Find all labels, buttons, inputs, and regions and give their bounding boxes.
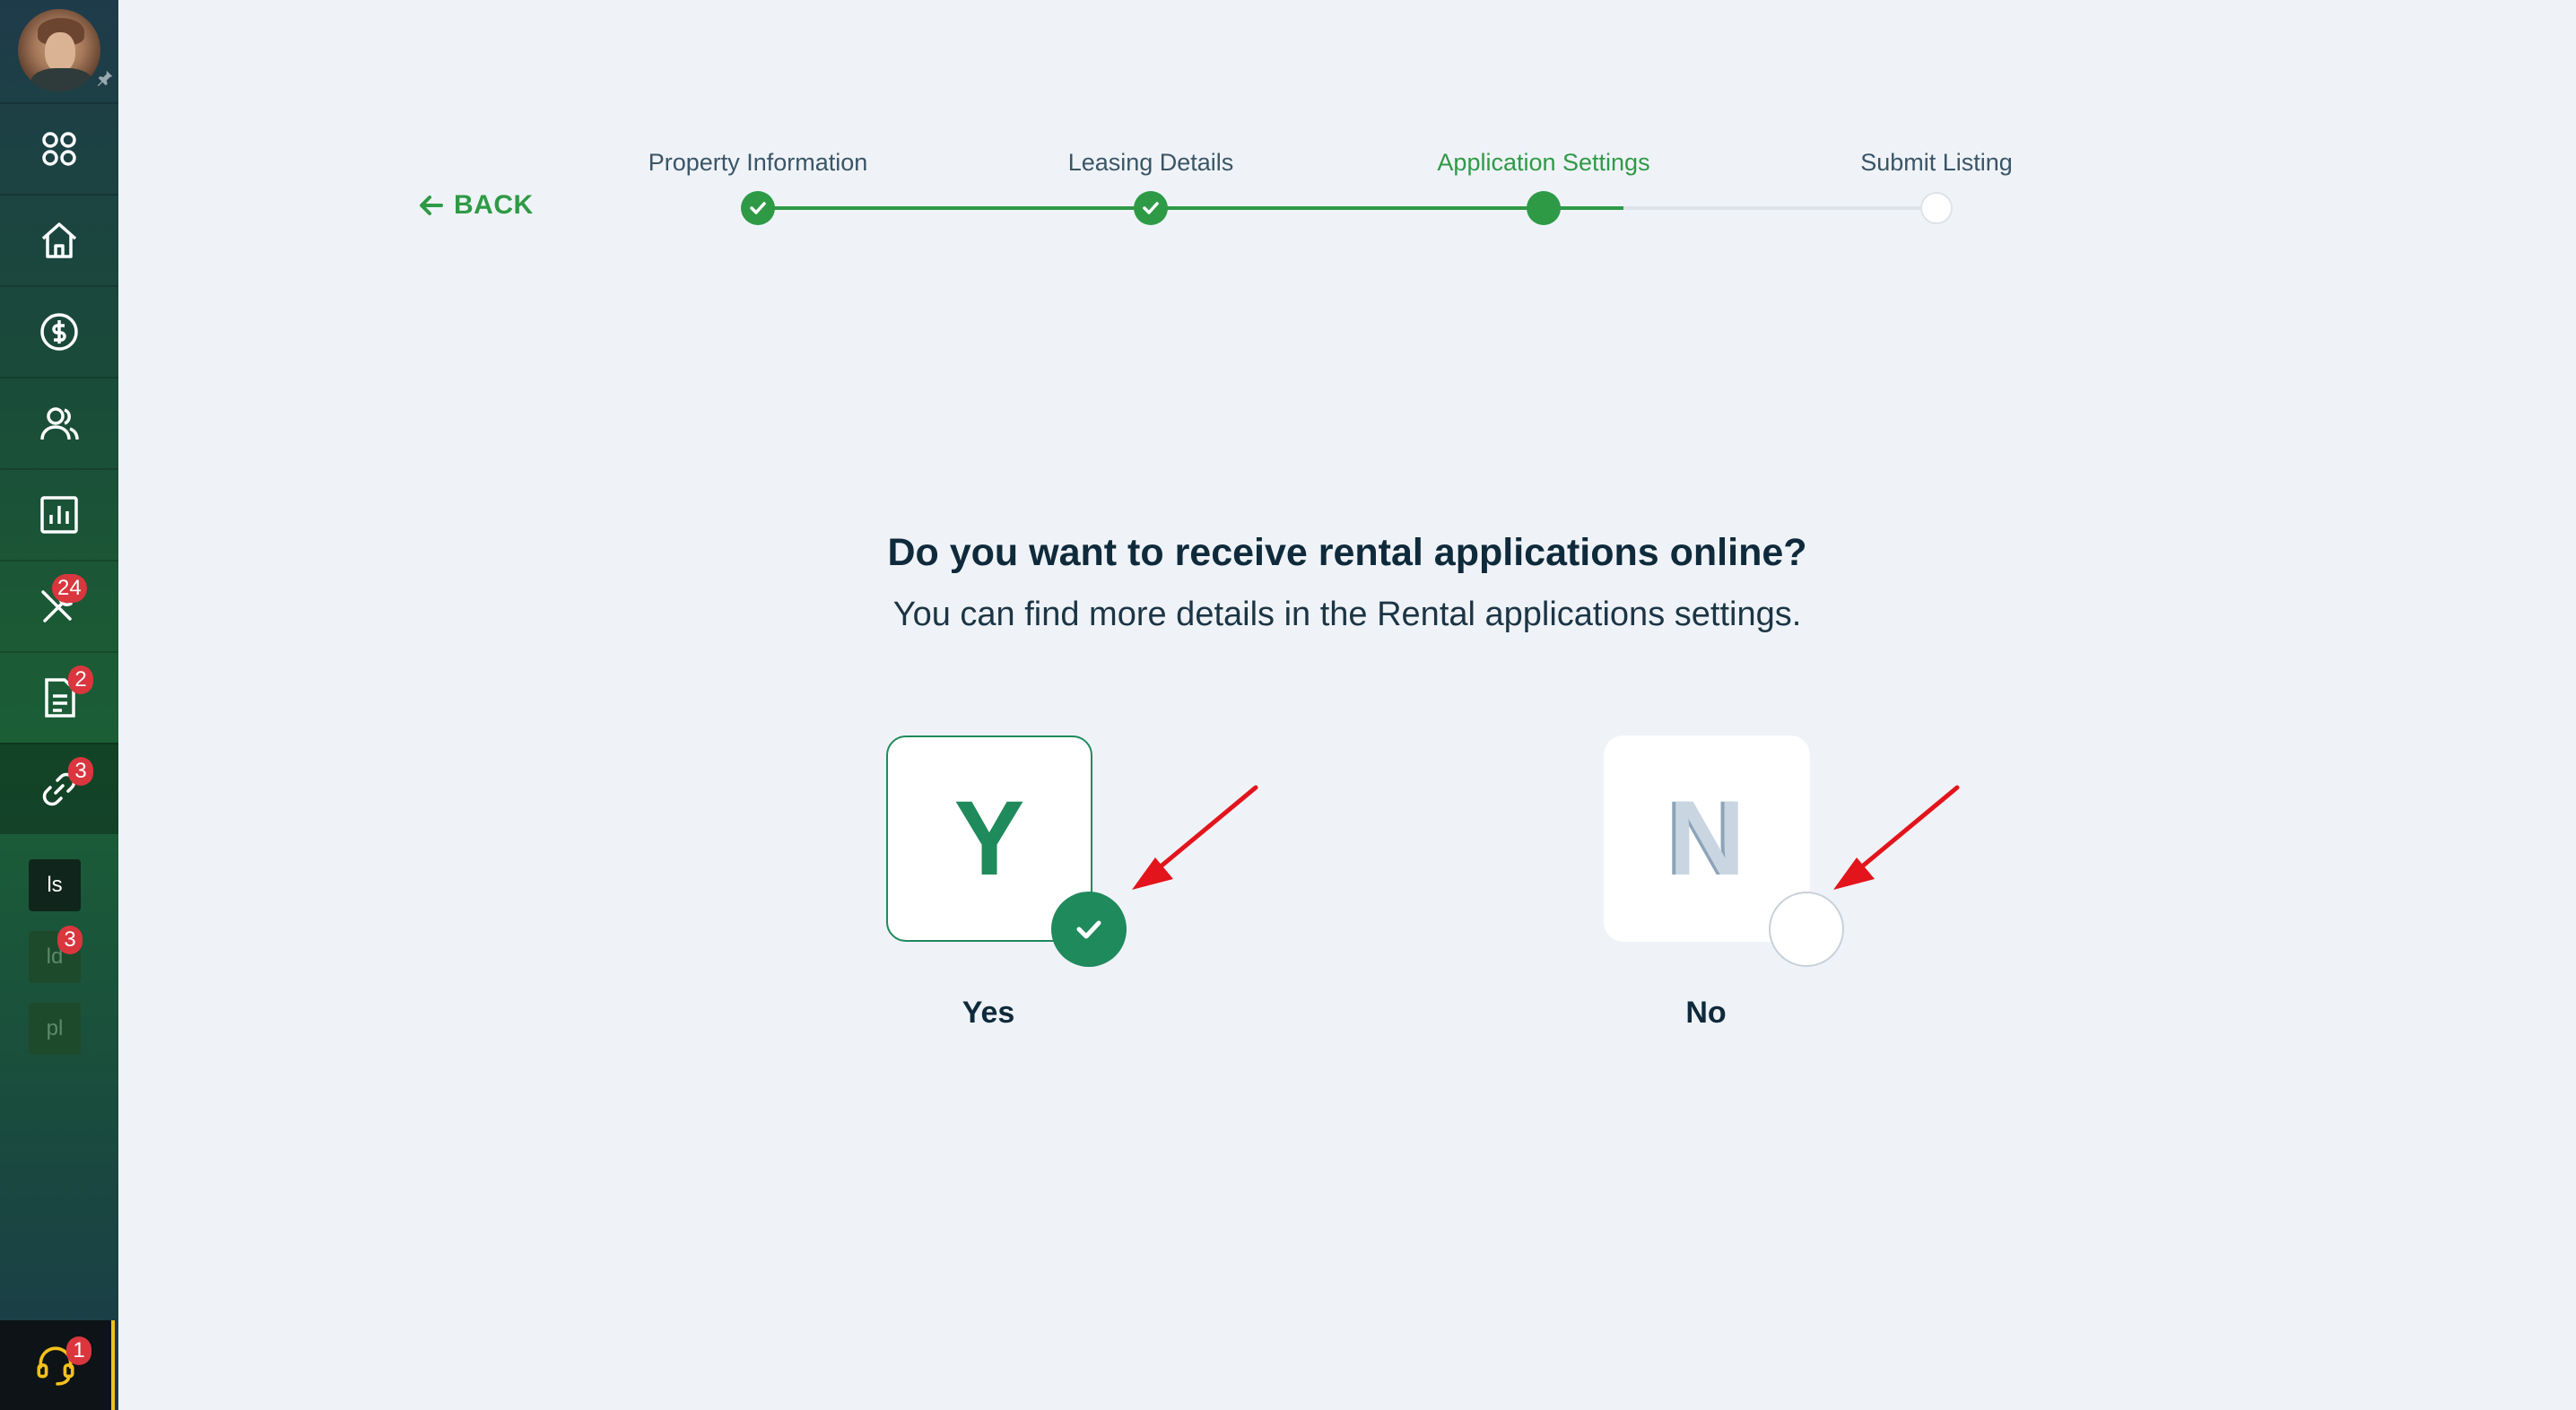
user-avatar[interactable] — [18, 9, 100, 91]
dollar-icon — [40, 313, 78, 351]
apps-grid-icon — [42, 132, 76, 166]
people-icon — [40, 407, 79, 440]
question-subtitle: You can find more details in the Rental … — [892, 596, 1802, 633]
annotation-arrow-no — [1833, 785, 1960, 890]
nav-people[interactable] — [0, 377, 118, 468]
step-label-leasing-details: Leasing Details — [1067, 149, 1234, 176]
step-label-submit-listing: Submit Listing — [1860, 149, 2013, 176]
nav-properties[interactable] — [0, 194, 118, 285]
check-icon — [1143, 202, 1159, 214]
home-icon — [41, 222, 77, 258]
option-no-letter: N — [1668, 779, 1745, 898]
links-badge: 3 — [68, 757, 93, 786]
mini-ld-badge: 3 — [57, 926, 83, 954]
back-button[interactable]: BACK — [418, 190, 534, 221]
support-badge: 1 — [66, 1336, 91, 1365]
option-yes-label: Yes — [962, 996, 1015, 1030]
step-label-property-information: Property Information — [648, 149, 868, 176]
stepper-remaining-track — [1623, 206, 1936, 210]
annotation-arrow-yes — [1132, 785, 1258, 890]
question-title: Do you want to receive rental applicatio… — [887, 531, 1807, 574]
nav-accounting[interactable] — [0, 285, 118, 377]
option-yes-radio[interactable] — [1051, 892, 1127, 967]
sidebar: 24 2 3 ls ld 3 pl 1 — [0, 0, 118, 1410]
documents-badge: 2 — [68, 666, 93, 694]
option-no-label: No — [1685, 996, 1727, 1030]
step-node-application-settings[interactable] — [1527, 191, 1561, 225]
step-node-submit-listing[interactable] — [1920, 192, 1953, 224]
step-node-property-information[interactable] — [741, 191, 775, 225]
stepper-progress-track — [758, 206, 1623, 210]
mini-item-ls[interactable]: ls — [29, 859, 81, 911]
support-button[interactable]: 1 — [0, 1320, 115, 1410]
option-no-radio[interactable] — [1769, 892, 1844, 967]
option-yes-letter: Y — [953, 779, 1025, 898]
nav-links[interactable]: 3 — [0, 743, 118, 834]
check-icon — [1076, 920, 1101, 939]
back-label: BACK — [454, 190, 534, 220]
nav-apps[interactable] — [0, 102, 118, 194]
arrow-left-icon — [420, 196, 443, 215]
step-node-leasing-details[interactable] — [1134, 191, 1168, 225]
check-icon — [750, 202, 766, 214]
mini-item-pl[interactable]: pl — [29, 1003, 81, 1055]
step-label-application-settings: Application Settings — [1437, 149, 1650, 176]
nav-documents[interactable]: 2 — [0, 651, 118, 743]
pin-icon[interactable] — [95, 68, 115, 88]
bar-chart-icon — [40, 496, 78, 534]
